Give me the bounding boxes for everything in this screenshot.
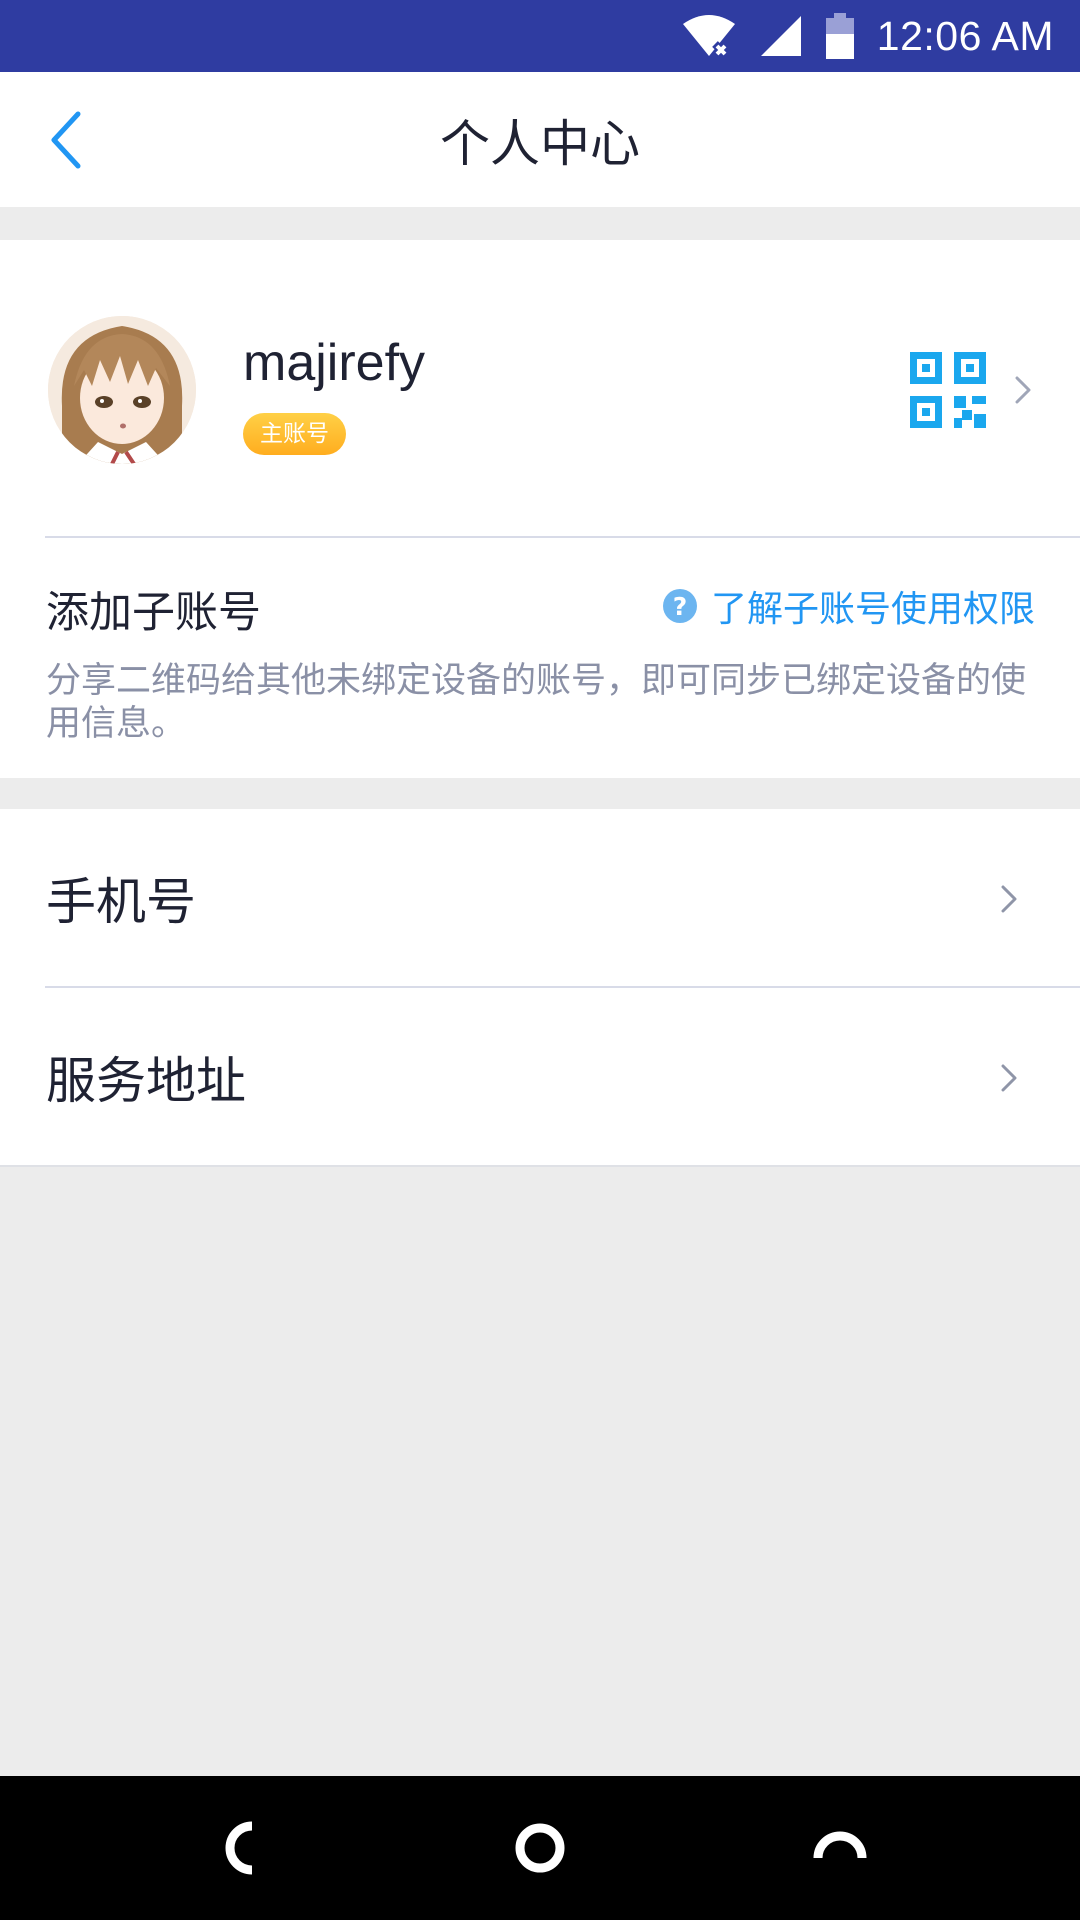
chevron-right-icon [1015,376,1031,404]
chevron-right-icon [1001,1064,1017,1092]
status-time: 12:06 AM [876,12,1054,59]
avatar-image [48,316,196,464]
username: majirefy [243,334,426,392]
recents-nav-icon [813,1831,867,1859]
help-icon: ? [662,589,697,623]
qr-code-icon [910,352,986,428]
sub-account-title: 添加子账号 [46,588,261,638]
page-title: 个人中心 [440,115,640,172]
main-account-badge: 主账号 [243,413,346,455]
sub-account-description: 分享二维码给其他未绑定设备的账号，即可同步已绑定设备的使用信息。 [46,661,1027,744]
status-bar: 12:06 AM [0,0,1080,72]
help-link-label: 了解子账号使用权限 [710,589,1035,630]
back-nav-icon [225,1821,253,1875]
menu-item-label: 服务地址 [46,1052,246,1110]
home-nav-icon [515,1823,565,1873]
menu-item-phone[interactable]: 手机号 [0,809,1080,987]
chevron-right-icon [1001,885,1017,913]
battery-icon [825,13,855,59]
menu-item-service-address[interactable]: 服务地址 [0,988,1080,1166]
wifi-no-internet-icon [681,14,737,58]
qr-code-button[interactable] [910,348,1040,432]
avatar[interactable] [48,316,196,464]
nav-home-button[interactable] [490,1798,590,1898]
menu-item-label: 手机号 [46,873,196,931]
sub-account-help-link[interactable]: ? 了解子账号使用权限 [662,580,1035,632]
nav-recents-button[interactable] [790,1798,890,1898]
profile-card: majirefy 主账号 添加子账号 ? 了解子账号使用权限 分享二维码给其他未… [0,240,1080,778]
nav-back-button[interactable] [192,1798,292,1898]
settings-list: 手机号 服务地址 [0,809,1080,1167]
system-navigation-bar [0,1776,1080,1920]
divider [45,536,1080,538]
app-header: 个人中心 [0,72,1080,207]
cellular-signal-icon [759,14,803,58]
